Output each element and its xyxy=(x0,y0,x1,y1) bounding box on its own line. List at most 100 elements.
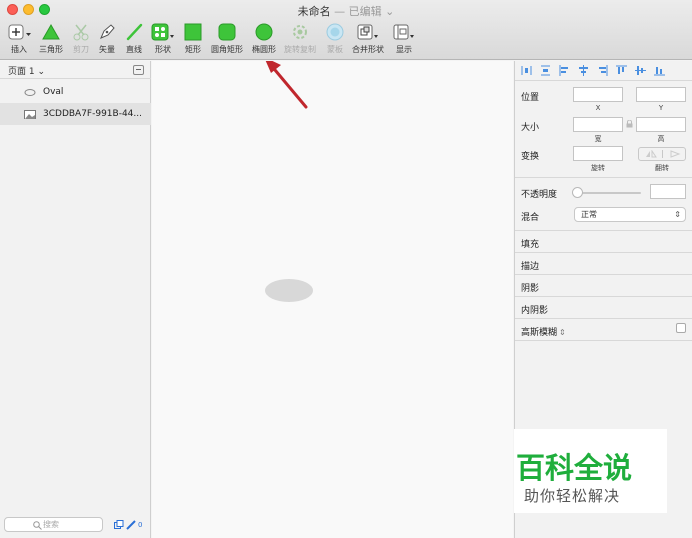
canvas[interactable] xyxy=(152,61,513,538)
align-right-icon[interactable] xyxy=(597,65,608,76)
insert-label: 插入 xyxy=(11,45,27,54)
align-top-icon[interactable] xyxy=(616,65,627,76)
height-field[interactable] xyxy=(636,117,686,132)
divider xyxy=(515,274,692,275)
pen-icon xyxy=(98,22,116,42)
oval-button[interactable]: 椭圆形 xyxy=(250,22,278,56)
scissors-icon xyxy=(72,22,90,42)
align-middle-icon[interactable] xyxy=(635,65,646,76)
opacity-slider-track[interactable] xyxy=(577,192,641,194)
line-icon xyxy=(125,22,143,42)
oval-shape[interactable] xyxy=(265,279,313,302)
align-center-icon[interactable] xyxy=(578,65,589,76)
layer-image[interactable]: 3CDDBA7F-991B-44... xyxy=(0,103,151,125)
distribute-horizontal-icon[interactable] xyxy=(521,65,532,76)
insert-button[interactable]: 插入 xyxy=(6,22,32,56)
rectangle-icon xyxy=(184,22,202,42)
x-caption: X xyxy=(595,104,601,112)
rectangle-label: 矩形 xyxy=(185,45,201,54)
shadow-section[interactable]: 阴影 xyxy=(521,281,539,294)
rotate-copy-button[interactable]: 旋转复制 xyxy=(283,22,317,56)
chevron-updown-icon: ⇕ xyxy=(674,210,681,219)
y-caption: Y xyxy=(658,104,664,112)
lock-icon[interactable] xyxy=(626,120,633,128)
oval-layer-icon xyxy=(24,88,36,96)
rounded-rectangle-button[interactable]: 圆角矩形 xyxy=(209,22,245,56)
copy-icon[interactable] xyxy=(114,520,124,530)
oval-icon xyxy=(255,22,273,42)
chevron-updown-icon: ⇕ xyxy=(559,328,566,337)
blend-mode-select[interactable]: 正常 ⇕ xyxy=(574,207,686,222)
layer-search-input[interactable]: 搜索 xyxy=(4,517,103,532)
combine-shapes-label: 合并形状 xyxy=(352,45,384,54)
image-layer-icon xyxy=(24,109,36,119)
add-page-icon[interactable] xyxy=(133,65,144,75)
distribute-vertical-icon[interactable] xyxy=(540,65,551,76)
plus-icon xyxy=(7,22,31,42)
scissors-button[interactable]: 剪刀 xyxy=(70,22,92,56)
line-button[interactable]: 直线 xyxy=(123,22,145,56)
width-field[interactable] xyxy=(573,117,623,132)
position-label: 位置 xyxy=(521,93,540,103)
opacity-field[interactable] xyxy=(650,184,686,199)
layer-name: Oval xyxy=(43,87,64,97)
opacity-label: 不透明度 xyxy=(521,190,558,200)
divider xyxy=(515,230,692,231)
edit-status: 已编辑 ⌄ xyxy=(348,5,395,18)
sidebar-divider xyxy=(0,78,151,79)
opacity-slider-thumb[interactable] xyxy=(572,187,583,198)
title-separator: — xyxy=(330,5,349,18)
mask-button[interactable]: 蒙板 xyxy=(324,22,346,56)
x-field[interactable] xyxy=(573,87,623,102)
triangle-icon xyxy=(41,22,61,42)
height-caption: 高 xyxy=(657,135,665,143)
vector-button[interactable]: 矢量 xyxy=(96,22,118,56)
fill-section[interactable]: 填充 xyxy=(521,237,539,250)
border-section[interactable]: 描边 xyxy=(521,259,539,272)
document-name: 未命名 xyxy=(297,5,331,18)
rectangle-button[interactable]: 矩形 xyxy=(182,22,204,56)
page-selector[interactable]: 页面 1 ⌄ xyxy=(8,64,45,77)
combine-shapes-button[interactable]: 合并形状 xyxy=(351,22,385,56)
blend-label: 混合 xyxy=(521,213,540,223)
rotate-copy-label: 旋转复制 xyxy=(284,45,316,54)
gaussian-blur-checkbox[interactable] xyxy=(676,323,686,333)
align-left-icon[interactable] xyxy=(559,65,570,76)
divider xyxy=(515,252,692,253)
search-icon xyxy=(33,521,42,530)
line-label: 直线 xyxy=(126,45,142,54)
flip-buttons[interactable] xyxy=(638,147,686,161)
rounded-rectangle-label: 圆角矩形 xyxy=(211,45,243,54)
alignment-toolbar xyxy=(515,61,692,81)
triangle-button[interactable]: 三角形 xyxy=(37,22,65,56)
layer-name: 3CDDBA7F-991B-44... xyxy=(43,109,142,119)
flip-vertical-icon[interactable] xyxy=(669,150,681,158)
brush-icon[interactable] xyxy=(126,520,136,530)
shapes-icon xyxy=(151,22,175,42)
scissors-label: 剪刀 xyxy=(73,45,89,54)
mask-icon xyxy=(326,22,344,42)
divider xyxy=(515,340,692,341)
align-bottom-icon[interactable] xyxy=(654,65,665,76)
rotate-copy-icon xyxy=(291,22,309,42)
gaussian-blur-label: 高斯模糊 xyxy=(521,328,558,338)
sidebar-filter-controls: 0 xyxy=(114,520,142,530)
inner-shadow-section[interactable]: 内阴影 xyxy=(521,303,548,316)
divider xyxy=(515,296,692,297)
window-title: 未命名 — 已编辑 ⌄ xyxy=(0,3,692,19)
flip-horizontal-icon[interactable] xyxy=(645,150,657,158)
rounded-rectangle-icon xyxy=(218,22,236,42)
watermark-subtitle: 助你轻松解决 xyxy=(524,487,621,505)
layers-sidebar: 页面 1 ⌄ Oval 3CDDBA7F-991B-44... 搜索 0 xyxy=(0,61,151,538)
mask-label: 蒙板 xyxy=(327,45,343,54)
view-button[interactable]: 显示 xyxy=(391,22,417,56)
shape-button[interactable]: 形状 xyxy=(150,22,176,56)
rotate-field[interactable] xyxy=(573,146,623,161)
divider xyxy=(515,177,692,178)
flip-caption: 翻转 xyxy=(655,164,669,172)
triangle-label: 三角形 xyxy=(39,45,63,54)
size-label: 大小 xyxy=(521,123,540,133)
y-field[interactable] xyxy=(636,87,686,102)
gaussian-blur-section[interactable]: 高斯模糊 ⇕ xyxy=(521,325,566,338)
layer-oval[interactable]: Oval xyxy=(0,81,151,103)
